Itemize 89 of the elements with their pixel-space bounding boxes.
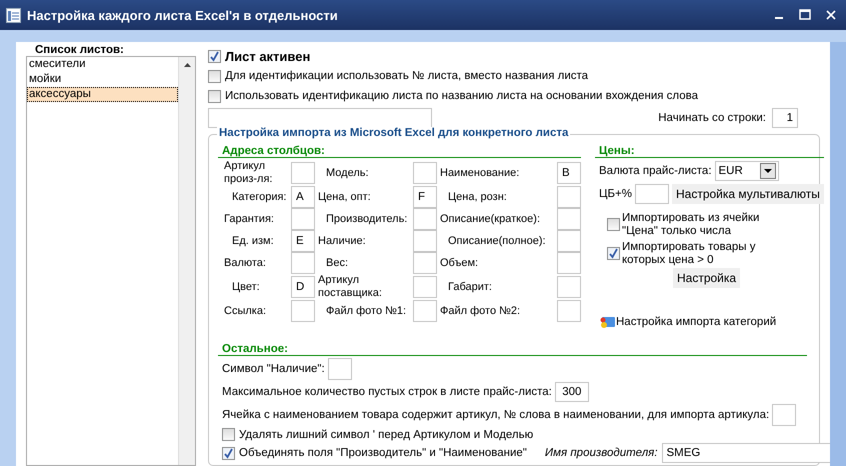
close-icon[interactable] (824, 8, 838, 22)
column-field[interactable] (291, 162, 315, 184)
column-field[interactable] (557, 276, 581, 298)
column-field[interactable] (557, 186, 581, 208)
scrollbar[interactable] (178, 57, 195, 465)
field-label: Категория: (231, 190, 288, 204)
column-field[interactable] (413, 300, 437, 322)
currency-dropdown[interactable]: EUR (714, 161, 779, 181)
field-label: Артикул произ-ля: (224, 160, 274, 186)
field-label: Цвет: (231, 280, 261, 294)
checkbox-label: Использовать идентификацию листа по названию листа на основании вхождения слова (225, 90, 698, 102)
sheet-name-field[interactable] (208, 108, 432, 128)
section-heading: Адреса столбцов: (218, 145, 581, 158)
sheet-list-item[interactable]: мойки (27, 72, 178, 87)
column-field[interactable] (413, 230, 437, 252)
maximize-icon[interactable] (798, 8, 812, 22)
column-field[interactable]: E (291, 230, 315, 252)
field-label: Ед. изм: (231, 234, 275, 248)
field-label: Артикул поставщика: (318, 274, 383, 300)
checkbox[interactable] (222, 446, 235, 460)
availability-symbol-field[interactable] (328, 358, 352, 380)
column-field[interactable] (413, 276, 437, 298)
field-label: Файл фото №1: (325, 304, 408, 318)
column-field[interactable] (291, 208, 315, 230)
start-row-field[interactable]: 1 (772, 108, 798, 128)
max-empty-rows-field[interactable]: 300 (554, 382, 589, 402)
field-label: Описание(полное): (447, 234, 547, 248)
field-label: Цена, розн: (447, 190, 508, 204)
checkbox-label: Импортировать товары у которых цена > 0 (622, 241, 757, 267)
column-field[interactable] (291, 300, 315, 322)
checkbox-label: Удалять лишний символ ' перед Артикулом и Моделью (239, 428, 534, 440)
currency-label: Валюта прайс-листа: (599, 165, 712, 177)
field-label: Файл фото №2: (440, 304, 522, 318)
column-field[interactable]: D (291, 276, 315, 298)
section-heading: Цены: (595, 145, 824, 158)
column-field[interactable] (557, 300, 581, 322)
manufacturer-label: Имя производителя: (544, 447, 658, 459)
field-label: Габарит: (447, 280, 493, 294)
multicurrency-button[interactable]: Настройка мультивалюты (672, 184, 824, 204)
checkbox[interactable] (208, 50, 221, 62)
section-heading: Остальное: (218, 343, 807, 356)
column-field[interactable] (291, 252, 315, 274)
field-label: Модель: (325, 166, 370, 180)
manufacturer-field[interactable]: SMEG (662, 443, 830, 463)
column-field[interactable] (557, 230, 581, 252)
max-empty-rows-label: Максимальное количество пустых строк в листе прайс-листа: (222, 386, 552, 398)
cb-percent-field[interactable] (635, 184, 669, 204)
cb-percent-label: ЦБ+% (599, 188, 632, 200)
field-label: Наименование: (440, 166, 520, 180)
categories-import-link[interactable]: Настройка импорта категорий (616, 316, 776, 328)
checkbox[interactable] (222, 428, 235, 441)
column-field[interactable] (557, 208, 581, 230)
column-field[interactable] (413, 208, 437, 230)
field-label: Ссылка: (224, 304, 267, 318)
checkbox-label: Лист активен (225, 48, 310, 64)
sheet-list-item[interactable]: смесители (27, 57, 178, 72)
article-word-field[interactable] (772, 404, 796, 426)
checkbox[interactable] (208, 70, 221, 82)
window-icon (6, 8, 21, 22)
checkbox[interactable] (607, 218, 620, 231)
field-label: Производитель: (325, 212, 408, 226)
column-field[interactable]: A (291, 186, 315, 208)
sheet-list-title: Список листов: (34, 44, 125, 56)
field-label: Цена, опт: (318, 190, 372, 204)
sheet-list-item[interactable]: аксессуары (27, 87, 178, 102)
start-row-label: Начинать со строки: (658, 112, 766, 124)
folder-users-icon (599, 314, 615, 329)
field-label: Объем: (440, 256, 480, 270)
checkbox[interactable] (208, 90, 221, 102)
column-field[interactable] (557, 252, 581, 274)
column-field[interactable] (413, 162, 437, 184)
article-word-label: Ячейка с наименованием товара содержит артикул, № слова в наименовании, для импорта артикула: (222, 409, 770, 421)
column-field[interactable]: B (557, 162, 581, 184)
scroll-up-icon[interactable] (184, 63, 190, 67)
field-label: Вес: (325, 256, 350, 270)
availability-symbol-label: Символ "Наличие": (222, 363, 325, 375)
field-label: Валюта: (224, 256, 267, 270)
field-label: Описание(краткое): (440, 212, 542, 226)
checkbox-label: Объединять поля "Производитель" и "Наименование" (239, 447, 527, 459)
column-field[interactable] (413, 252, 437, 274)
column-field[interactable]: F (413, 186, 437, 208)
group-title: Настройка импорта из Microsoft Excel для конкретного листа (217, 127, 570, 139)
checkbox-label: Для идентификации использовать № листа, вместо названия листа (225, 70, 588, 82)
field-label: Наличие: (318, 234, 367, 248)
window-title: Настройка каждого листа Excel'я в отдельности (27, 8, 338, 22)
field-label: Гарантия: (224, 212, 275, 226)
settings-button[interactable]: Настройка (673, 268, 740, 288)
checkbox-label: Импортировать из ячейки "Цена" только числа (622, 212, 760, 238)
checkbox[interactable] (607, 247, 620, 260)
